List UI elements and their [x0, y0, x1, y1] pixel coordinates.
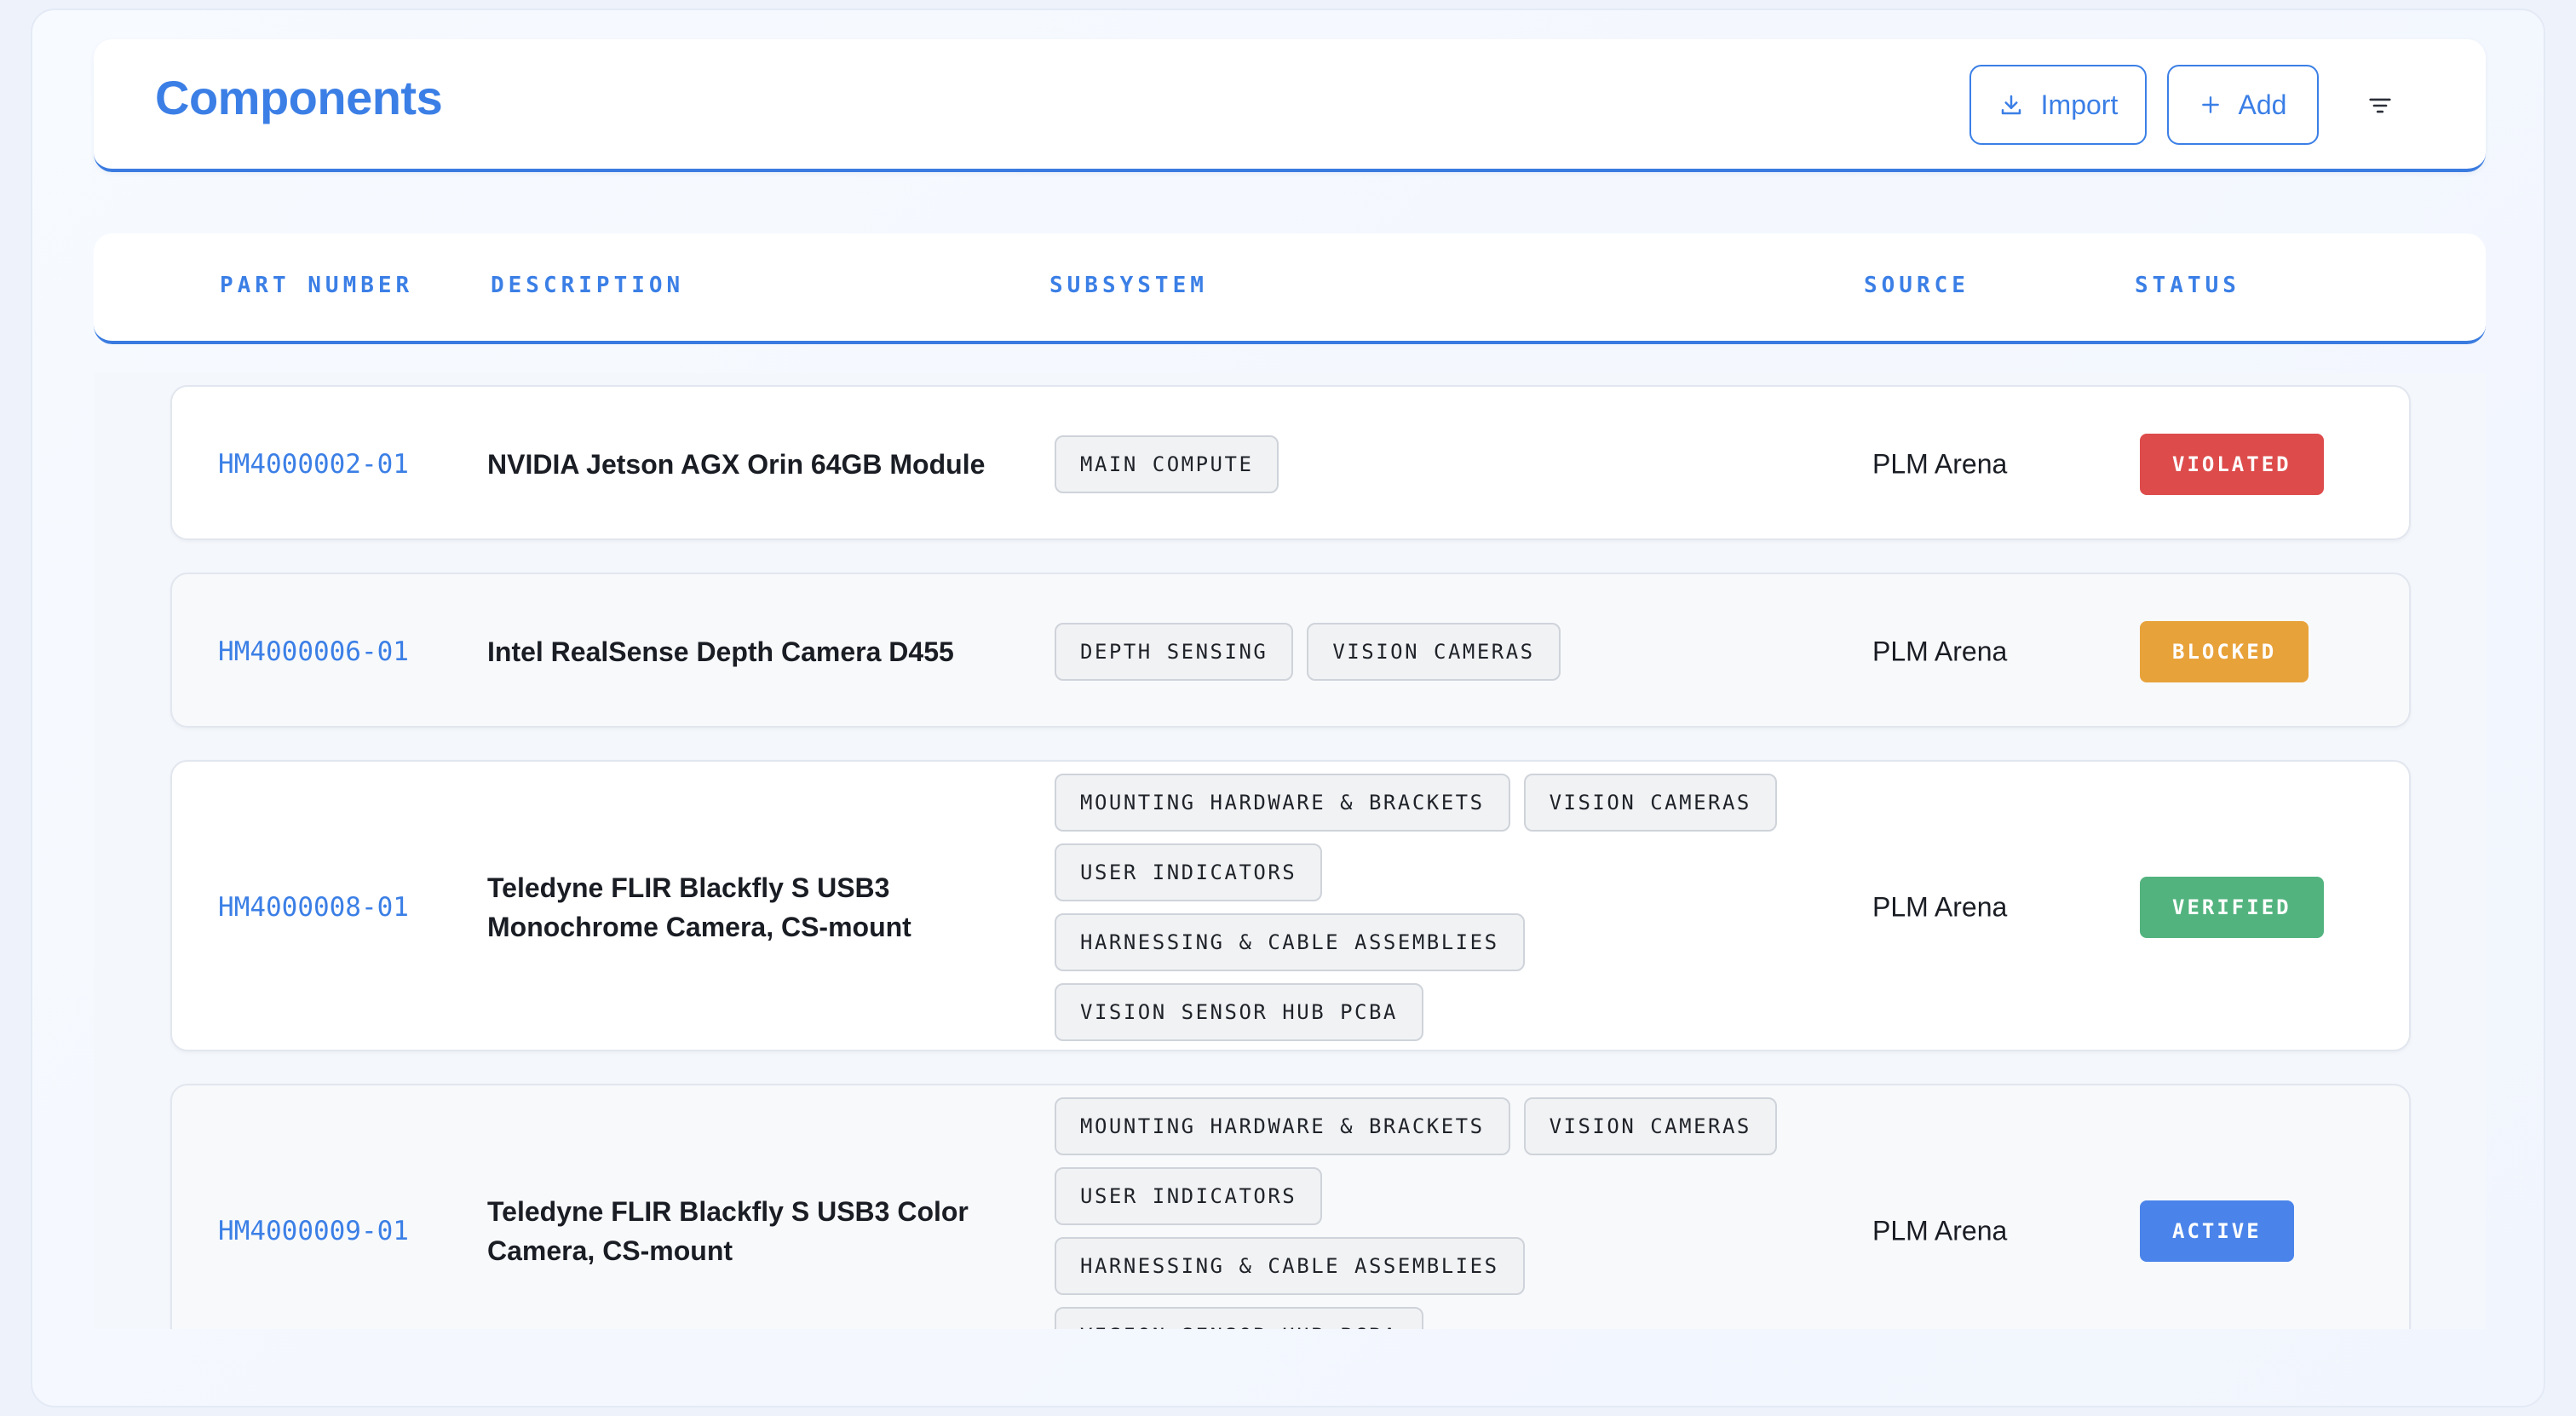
plus-icon — [2199, 94, 2222, 116]
column-header-part-number[interactable]: PART NUMBER — [220, 273, 413, 298]
import-button[interactable]: Import — [1969, 65, 2147, 145]
column-header-status[interactable]: STATUS — [2135, 273, 2240, 298]
column-header-source[interactable]: SOURCE — [1864, 273, 1969, 298]
table-header: PART NUMBER DESCRIPTION SUBSYSTEM SOURCE… — [94, 233, 2486, 344]
description-text: NVIDIA Jetson AGX Orin 64GB Module — [487, 449, 986, 480]
description-text: Teledyne FLIR Blackfly S USB3 Color Came… — [487, 1196, 969, 1266]
subsystem-tags: DEPTH SENSING VISION CAMERAS — [1055, 623, 1787, 681]
source-text: PLM Arena — [1872, 1215, 2008, 1246]
subsystem-tag: VISION CAMERAS — [1523, 774, 1777, 832]
page-title: Components — [155, 71, 443, 124]
source-text: PLM Arena — [1872, 636, 2008, 667]
subsystem-tag: VISION CAMERAS — [1523, 1097, 1777, 1155]
table-body: HM4000002-01 NVIDIA Jetson AGX Orin 64GB… — [94, 373, 2486, 1329]
status-badge: VERIFIED — [2140, 877, 2324, 938]
subsystem-tags: MOUNTING HARDWARE & BRACKETS VISION CAME… — [1055, 1097, 1787, 1329]
add-button[interactable]: Add — [2167, 65, 2319, 145]
status-badge: ACTIVE — [2140, 1200, 2294, 1262]
table-row[interactable]: HM4000006-01 Intel RealSense Depth Camer… — [170, 573, 2411, 728]
app-frame: Components Import Add PART NUMBER DESCRI… — [31, 9, 2545, 1407]
import-label: Import — [2040, 89, 2119, 120]
add-label: Add — [2238, 89, 2287, 120]
subsystem-tags: MAIN COMPUTE — [1055, 435, 1787, 493]
page-header: Components Import Add — [94, 39, 2486, 172]
subsystem-tag: HARNESSING & CABLE ASSEMBLIES — [1055, 1237, 1525, 1295]
table-row[interactable]: HM4000008-01 Teledyne FLIR Blackfly S US… — [170, 760, 2411, 1051]
part-number-link[interactable]: HM4000009-01 — [218, 1216, 409, 1246]
source-text: PLM Arena — [1872, 448, 2008, 480]
subsystem-tag: USER INDICATORS — [1055, 1167, 1323, 1225]
subsystem-tag: MOUNTING HARDWARE & BRACKETS — [1055, 774, 1510, 832]
source-text: PLM Arena — [1872, 891, 2008, 923]
table-row[interactable]: HM4000009-01 Teledyne FLIR Blackfly S US… — [170, 1084, 2411, 1329]
table-row[interactable]: HM4000002-01 NVIDIA Jetson AGX Orin 64GB… — [170, 385, 2411, 540]
subsystem-tag: MOUNTING HARDWARE & BRACKETS — [1055, 1097, 1510, 1155]
subsystem-tags: MOUNTING HARDWARE & BRACKETS VISION CAME… — [1055, 774, 1787, 1041]
subsystem-tag: VISION SENSOR HUB PCBA — [1055, 983, 1423, 1041]
status-badge: VIOLATED — [2140, 434, 2324, 495]
subsystem-tag: USER INDICATORS — [1055, 843, 1323, 901]
part-number-link[interactable]: HM4000008-01 — [218, 892, 409, 923]
subsystem-tag: VISION SENSOR HUB PCBA — [1055, 1307, 1423, 1329]
download-icon — [1998, 92, 2024, 118]
subsystem-tag: DEPTH SENSING — [1055, 623, 1294, 681]
subsystem-tag: HARNESSING & CABLE ASSEMBLIES — [1055, 913, 1525, 971]
part-number-link[interactable]: HM4000006-01 — [218, 636, 409, 667]
filter-icon[interactable] — [2363, 89, 2397, 123]
column-header-subsystem[interactable]: SUBSYSTEM — [1049, 273, 1208, 298]
description-text: Teledyne FLIR Blackfly S USB3 Monochrome… — [487, 872, 911, 942]
part-number-link[interactable]: HM4000002-01 — [218, 449, 409, 480]
status-badge: BLOCKED — [2140, 621, 2309, 682]
description-text: Intel RealSense Depth Camera D455 — [487, 636, 954, 667]
subsystem-tag: MAIN COMPUTE — [1055, 435, 1279, 493]
subsystem-tag: VISION CAMERAS — [1307, 623, 1561, 681]
column-header-description[interactable]: DESCRIPTION — [491, 273, 684, 298]
